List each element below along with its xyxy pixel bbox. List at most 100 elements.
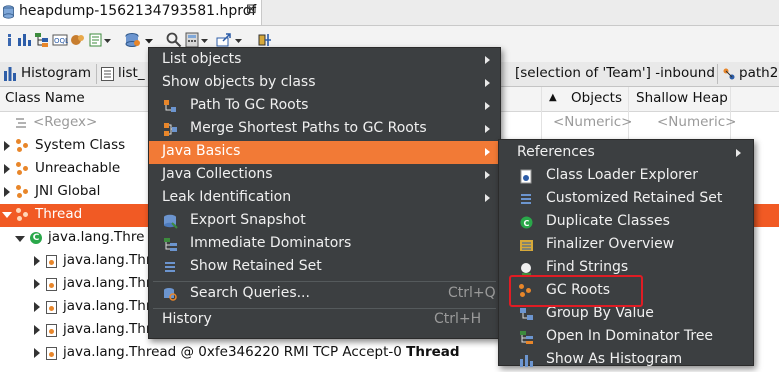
oql-icon[interactable]: OQL xyxy=(52,32,68,48)
submenu-arrow-icon xyxy=(485,79,490,87)
sort-ascending-icon[interactable]: ▲ xyxy=(549,92,557,103)
expand-arrow-icon[interactable] xyxy=(34,325,40,335)
row-label: Unreachable xyxy=(35,160,121,176)
query-browser-icon[interactable] xyxy=(125,32,141,48)
editor-tab[interactable]: heapdump-1562134793581.hprof ⊠ xyxy=(0,0,262,25)
customized-retained-set-icon xyxy=(521,194,531,204)
dominator-tree-icon xyxy=(520,331,533,344)
expand-arrow-icon[interactable] xyxy=(34,348,40,358)
column-objects[interactable]: Objects xyxy=(571,90,622,106)
gc-root-icon xyxy=(16,208,30,222)
tab-histogram[interactable]: Histogram xyxy=(21,65,91,81)
histogram-icon[interactable] xyxy=(16,32,32,48)
duplicate-classes-icon: C xyxy=(520,216,533,229)
expand-arrow-icon[interactable] xyxy=(34,256,40,266)
gc-roots-highlight-box xyxy=(509,275,643,307)
dominator-tree-icon[interactable] xyxy=(34,32,50,48)
object-icon xyxy=(46,278,57,291)
submenu-arrow-icon xyxy=(485,125,490,133)
submenu-item-show-as-histogram[interactable]: Show As Histogram xyxy=(499,349,753,372)
submenu-arrow-icon xyxy=(485,194,490,202)
menu-item-path-to-gc-roots[interactable]: Path To GC Roots xyxy=(149,95,500,118)
menu-item-list-objects[interactable]: List objects xyxy=(149,49,500,72)
run-report-icon[interactable] xyxy=(88,32,104,48)
row-label: System Class xyxy=(35,137,126,153)
merge-paths-icon xyxy=(164,123,177,136)
row-label: java.lang.Thr xyxy=(63,252,152,268)
tab-list-objects[interactable]: list_ xyxy=(118,65,145,81)
close-tab-icon[interactable]: ⊠ xyxy=(246,2,257,17)
group-by-value-icon xyxy=(520,308,533,320)
menu-item-java-collections[interactable]: Java Collections xyxy=(149,164,500,187)
list-tab-icon xyxy=(101,67,114,81)
object-icon xyxy=(46,347,57,360)
menu-item-search-queries[interactable]: Search Queries... Ctrl+Q xyxy=(149,283,500,306)
menu-item-show-objects-by-class[interactable]: Show objects by class xyxy=(149,72,500,95)
export-snapshot-icon xyxy=(164,214,178,229)
shallow-heap-filter[interactable]: <Numeric> xyxy=(657,114,736,130)
class-loader-icon xyxy=(520,169,532,184)
submenu-item-customized-retained-set[interactable]: Customized Retained Set xyxy=(499,188,753,211)
row-label: java.lang.Thread @ 0xfe346220 RMI TCP Ac… xyxy=(63,344,460,360)
dominators-icon xyxy=(164,238,177,251)
column-shallow-heap[interactable]: Shallow Heap xyxy=(636,90,728,106)
search-icon[interactable] xyxy=(166,32,182,48)
query-dropdown-arrow-icon[interactable] xyxy=(144,32,154,48)
row-label: java.lang.Thr xyxy=(63,275,152,291)
heap-dump-icon xyxy=(3,5,14,19)
thread-overview-icon[interactable] xyxy=(70,32,86,48)
submenu-item-open-in-dominator-tree[interactable]: Open In Dominator Tree xyxy=(499,326,753,349)
submenu-arrow-icon xyxy=(485,171,490,179)
submenu-item-class-loader-explorer[interactable]: Class Loader Explorer xyxy=(499,165,753,188)
expand-arrow-icon[interactable] xyxy=(4,141,10,151)
object-icon xyxy=(46,301,57,314)
pin-icon[interactable] xyxy=(256,32,272,48)
regex-icon xyxy=(16,118,26,128)
row-label: java.lang.Thre xyxy=(48,229,145,245)
finalizer-icon xyxy=(520,240,533,251)
svg-text:C: C xyxy=(524,219,530,228)
submenu-arrow-icon xyxy=(736,149,741,157)
menu-item-show-retained-set[interactable]: Show Retained Set xyxy=(149,256,500,279)
export-icon[interactable] xyxy=(216,32,232,48)
path-icon xyxy=(164,100,176,112)
menu-item-export-snapshot[interactable]: Export Snapshot xyxy=(149,210,500,233)
expand-arrow-icon[interactable] xyxy=(4,187,10,197)
expand-arrow-icon[interactable] xyxy=(34,302,40,312)
java-basics-submenu: References Class Loader Explorer Customi… xyxy=(498,139,754,367)
menu-item-immediate-dominators[interactable]: Immediate Dominators xyxy=(149,233,500,256)
calculator-icon[interactable] xyxy=(184,32,200,48)
export-dropdown-arrow-icon[interactable] xyxy=(235,32,243,48)
row-label: Thread xyxy=(35,206,83,222)
dropdown-arrow-icon[interactable] xyxy=(104,32,112,48)
submenu-arrow-icon xyxy=(485,102,490,110)
tab-path2[interactable]: path2 xyxy=(739,65,778,81)
class-icon: C xyxy=(30,232,42,244)
expand-arrow-icon[interactable] xyxy=(34,279,40,289)
submenu-item-duplicate-classes[interactable]: C Duplicate Classes xyxy=(499,211,753,234)
svg-text:OQL: OQL xyxy=(54,37,68,45)
menu-item-history[interactable]: History Ctrl+H xyxy=(149,309,500,332)
calc-dropdown-arrow-icon[interactable] xyxy=(201,32,209,48)
column-class-name[interactable]: Class Name xyxy=(5,90,85,106)
row-label: java.lang.Thr xyxy=(63,298,152,314)
submenu-arrow-icon xyxy=(485,56,490,64)
object-icon xyxy=(46,255,57,268)
objects-filter[interactable]: <Numeric> xyxy=(553,114,632,130)
menu-item-merge-shortest-paths[interactable]: Merge Shortest Paths to GC Roots xyxy=(149,118,500,141)
gc-root-icon xyxy=(16,162,30,176)
tab-selection-inbound[interactable]: [selection of 'Team'] -inbound xyxy=(515,65,715,81)
menu-item-java-basics[interactable]: Java Basics xyxy=(149,141,500,164)
gc-root-icon xyxy=(16,185,30,199)
collapse-arrow-icon[interactable] xyxy=(2,212,12,218)
row-label: JNI Global xyxy=(35,183,101,199)
search-queries-icon xyxy=(164,288,177,301)
menu-item-leak-identification[interactable]: Leak Identification xyxy=(149,187,500,210)
submenu-item-references[interactable]: References xyxy=(499,142,753,165)
expand-arrow-icon[interactable] xyxy=(4,164,10,174)
regex-filter[interactable]: <Regex> xyxy=(33,114,97,130)
find-strings-icon xyxy=(521,263,531,275)
collapse-arrow-icon[interactable] xyxy=(15,236,25,242)
submenu-item-finalizer-overview[interactable]: Finalizer Overview xyxy=(499,234,753,257)
histogram-icon xyxy=(520,355,533,367)
